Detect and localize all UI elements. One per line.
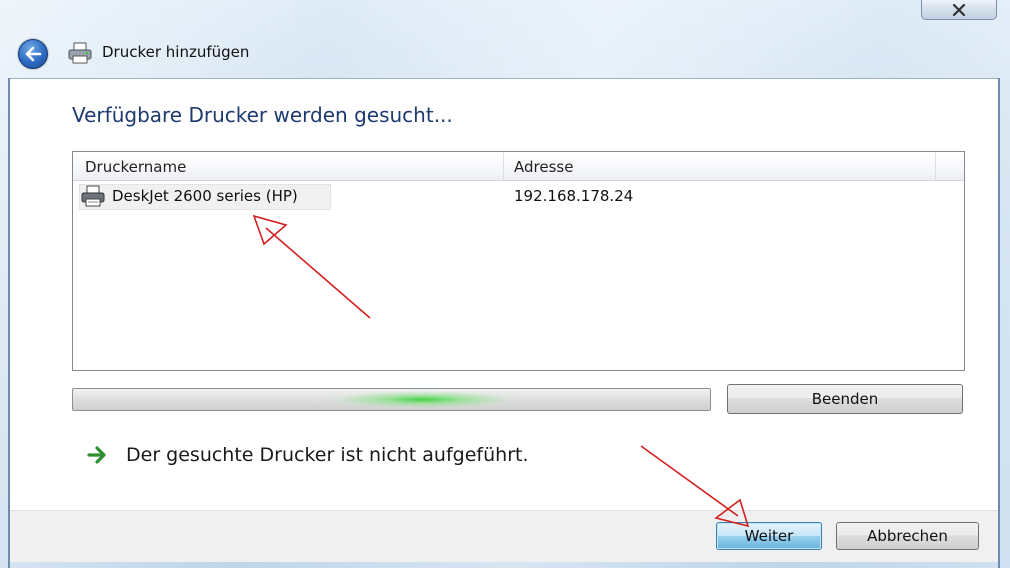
printer-title-icon — [68, 42, 92, 64]
frame-edge-left — [8, 78, 10, 568]
back-arrow-icon — [17, 38, 48, 69]
printer-list[interactable]: Druckername Adresse DeskJet 2600 series … — [72, 151, 965, 371]
progress-glow — [313, 389, 533, 410]
window-title: Drucker hinzufügen — [102, 43, 250, 61]
printer-icon — [81, 185, 105, 207]
search-progress-bar — [72, 388, 711, 411]
column-header-filler — [936, 152, 964, 181]
printer-not-listed-link[interactable]: Der gesuchte Drucker ist nicht aufgeführ… — [126, 444, 529, 466]
next-button[interactable]: Weiter — [716, 522, 822, 550]
printer-list-header: Druckername Adresse — [73, 152, 964, 181]
page-heading: Verfügbare Drucker werden gesucht... — [72, 103, 453, 127]
printer-row[interactable]: DeskJet 2600 series (HP) 192.168.178.24 — [73, 182, 964, 210]
close-x-icon — [952, 3, 966, 16]
printer-name: DeskJet 2600 series (HP) — [112, 187, 298, 205]
column-header-name[interactable]: Druckername — [73, 152, 504, 181]
back-button[interactable] — [13, 38, 52, 69]
frame-edge-right — [998, 78, 1000, 568]
stop-button[interactable]: Beenden — [727, 384, 963, 414]
close-button[interactable] — [921, 0, 997, 20]
green-arrow-icon — [87, 446, 106, 464]
column-header-address[interactable]: Adresse — [504, 152, 936, 181]
printer-not-listed[interactable]: Der gesuchte Drucker ist nicht aufgeführ… — [86, 440, 529, 470]
cancel-button[interactable]: Abbrechen — [836, 522, 979, 550]
printer-address: 192.168.178.24 — [514, 187, 634, 205]
